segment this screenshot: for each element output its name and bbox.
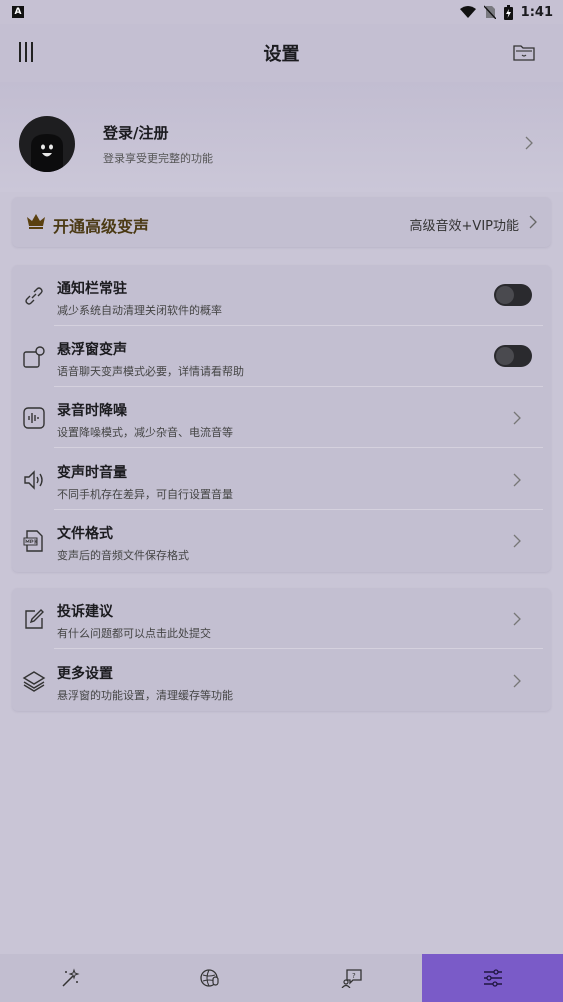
crown-icon: [27, 214, 45, 229]
setting-title: 录音时降噪: [57, 403, 127, 419]
setting-description: 语音聊天变声模式必要，详情请看帮助: [57, 365, 244, 378]
setting-feedback[interactable]: 投诉建议 有什么问题都可以点击此处提交: [12, 588, 551, 649]
tab-voice-changer[interactable]: [0, 954, 141, 1002]
avatar[interactable]: [19, 116, 75, 172]
chevron-right-icon: [513, 411, 521, 425]
tab-chat[interactable]: ?: [281, 954, 422, 1002]
status-bar: A 1:41: [0, 0, 563, 24]
setting-title: 更多设置: [57, 666, 113, 682]
login-title: 登录/注册: [103, 124, 169, 142]
chevron-right-icon: [529, 215, 537, 229]
setting-description: 悬浮窗的功能设置，清理缓存等功能: [57, 689, 233, 702]
setting-title: 通知栏常驻: [57, 281, 127, 297]
setting-description: 减少系统自动清理关闭软件的概率: [57, 304, 222, 317]
divider: [54, 648, 543, 649]
settings-group-primary: 通知栏常驻 减少系统自动清理关闭软件的概率 悬浮窗变声 语音聊天变声模式必要，详…: [12, 265, 551, 572]
voice-globe-icon: [200, 969, 219, 987]
app-notification-icon: A: [12, 6, 24, 18]
tab-settings[interactable]: [422, 954, 563, 1002]
wifi-icon: [459, 5, 476, 18]
setting-title: 投诉建议: [57, 604, 113, 620]
chevron-right-icon: [513, 612, 521, 626]
chevron-right-icon: [513, 674, 521, 688]
setting-title: 文件格式: [57, 526, 113, 542]
tab-voice-pack[interactable]: [141, 954, 282, 1002]
notification-toggle[interactable]: [494, 284, 532, 306]
bottom-tab-bar: ?: [0, 954, 563, 1002]
setting-file-format[interactable]: 文件格式 变声后的音频文件保存格式: [12, 510, 551, 571]
setting-floating-window[interactable]: 悬浮窗变声 语音聊天变声模式必要，详情请看帮助: [12, 326, 551, 387]
svg-text:?: ?: [352, 972, 356, 980]
setting-description: 不同手机存在差异，可自行设置音量: [57, 488, 233, 501]
menu-icon[interactable]: [18, 41, 34, 63]
setting-voice-volume[interactable]: 变声时音量 不同手机存在差异，可自行设置音量: [12, 449, 551, 510]
no-sim-icon: [483, 5, 496, 19]
setting-noise-reduction[interactable]: 录音时降噪 设置降噪模式，减少杂音、电流音等: [12, 387, 551, 448]
divider: [54, 447, 543, 448]
edit-icon: [25, 609, 44, 629]
speaker-icon: [24, 470, 43, 490]
setting-description: 设置降噪模式，减少杂音、电流音等: [57, 426, 233, 439]
chevron-right-icon: [525, 136, 533, 150]
top-app-bar: 设置: [0, 24, 563, 82]
waveform-icon: [23, 407, 45, 429]
setting-title: 悬浮窗变声: [57, 342, 127, 358]
setting-description: 有什么问题都可以点击此处提交: [57, 627, 211, 640]
vip-label: 开通高级变声: [53, 217, 150, 236]
link-icon: [25, 287, 43, 305]
vip-upgrade-card[interactable]: 开通高级变声 高级音效+VIP功能: [12, 197, 551, 247]
setting-title: 变声时音量: [57, 465, 127, 481]
page-title: 设置: [263, 44, 300, 65]
chat-bubble-icon: ?: [341, 969, 362, 988]
chevron-right-icon: [513, 534, 521, 548]
settings-group-secondary: 投诉建议 有什么问题都可以点击此处提交 更多设置 悬浮窗的功能设置，清理缓存等功…: [12, 588, 551, 711]
folder-icon[interactable]: [513, 42, 535, 62]
toggle-knob: [496, 347, 514, 365]
login-register-row[interactable]: 登录/注册 登录享受更完整的功能: [0, 108, 563, 180]
setting-more[interactable]: 更多设置 悬浮窗的功能设置，清理缓存等功能: [12, 650, 551, 711]
clock: 1:41: [520, 4, 553, 20]
setting-notification-persistent[interactable]: 通知栏常驻 减少系统自动清理关闭软件的概率: [12, 265, 551, 326]
settings-sliders-icon: [483, 969, 502, 987]
mp3-file-icon: [23, 530, 43, 552]
magic-wand-icon: [62, 968, 80, 987]
floating-window-icon: [23, 346, 45, 368]
setting-description: 变声后的音频文件保存格式: [57, 549, 189, 562]
chevron-right-icon: [513, 473, 521, 487]
layers-icon: [22, 671, 46, 692]
floating-window-toggle[interactable]: [494, 345, 532, 367]
battery-charging-icon: [503, 4, 513, 20]
login-subtitle: 登录享受更完整的功能: [103, 152, 213, 165]
vip-features-text: 高级音效+VIP功能: [409, 219, 519, 234]
toggle-knob: [496, 286, 514, 304]
